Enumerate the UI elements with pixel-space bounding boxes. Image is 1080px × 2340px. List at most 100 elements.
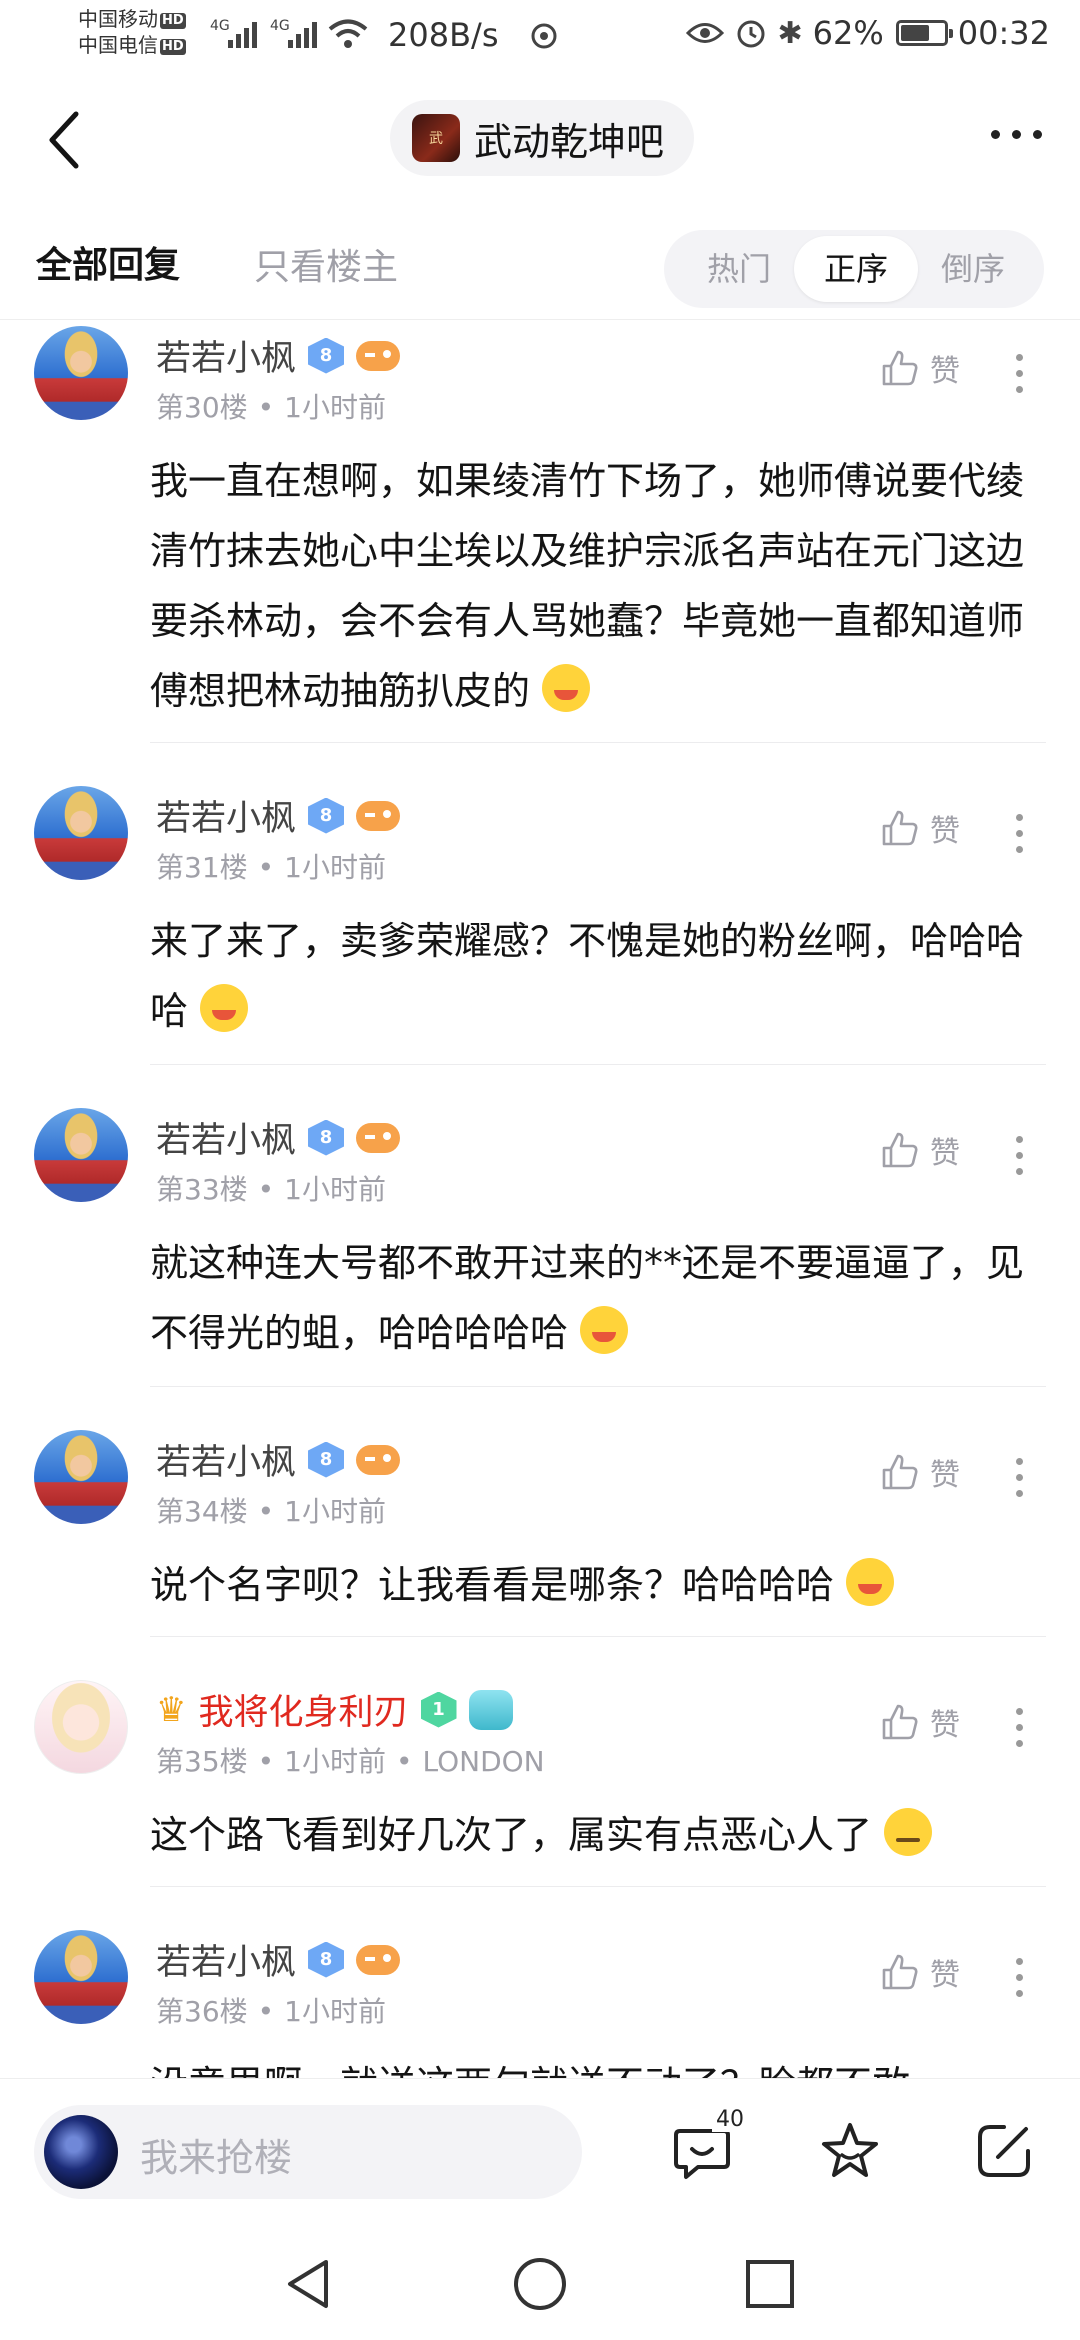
thumbs-up-icon <box>882 1132 918 1168</box>
username[interactable]: 若若小枫 <box>156 1434 296 1485</box>
avatar[interactable] <box>34 1430 128 1524</box>
post-menu-icon[interactable] <box>1016 1458 1026 1497</box>
level-badge: 8 <box>308 1119 345 1156</box>
like-button[interactable]: 赞 <box>880 1128 960 1172</box>
system-recents-icon[interactable] <box>740 2254 800 2314</box>
sort-hot[interactable]: 热门 <box>684 230 794 308</box>
system-back-icon[interactable] <box>278 2254 338 2314</box>
gamepad-icon <box>356 1944 401 1975</box>
floor-number: 第34楼 <box>156 1495 248 1528</box>
avatar[interactable] <box>34 1108 128 1202</box>
username[interactable]: 若若小枫 <box>156 790 296 841</box>
post-menu-icon[interactable] <box>1016 1708 1026 1747</box>
like-label: 赞 <box>930 1708 960 1743</box>
username[interactable]: 若若小枫 <box>156 1112 296 1163</box>
post-time: 1小时前 <box>284 1173 386 1206</box>
post-meta: 第30楼 • 1小时前 <box>156 391 386 424</box>
like-button[interactable]: 赞 <box>880 346 960 390</box>
post-content: 来了来了，卖爹荣耀感？不愧是她的粉丝啊，哈哈哈哈 <box>150 906 1040 1046</box>
share-icon[interactable] <box>972 2119 1036 2183</box>
username[interactable]: 若若小枫 <box>156 330 296 381</box>
floor-number: 第30楼 <box>156 391 248 424</box>
reply-bar: 我来抢楼 40 <box>0 2078 1080 2228</box>
post-time: 1小时前 <box>284 1495 386 1528</box>
thumbs-up-icon <box>882 810 918 846</box>
like-button[interactable]: 赞 <box>880 1450 960 1494</box>
signal-bars-2-icon <box>288 18 317 48</box>
nfc-icon <box>531 23 557 49</box>
post-content: 没意思啊，就送这两句就送不动了？脸都不敢 <box>150 2050 1040 2078</box>
post-menu-icon[interactable] <box>1016 814 1026 853</box>
like-button[interactable]: 赞 <box>880 1700 960 1744</box>
top-nav: 武 武动乾坤吧 <box>0 80 1080 200</box>
blush-emoji-icon <box>846 1558 895 1606</box>
sort-ascending[interactable]: 正序 <box>794 236 918 302</box>
post-meta: 第34楼 • 1小时前 <box>156 1495 386 1528</box>
network-type-1: 4G <box>210 18 230 34</box>
signal-bars-1-icon <box>228 18 257 48</box>
like-button[interactable]: 赞 <box>880 1950 960 1994</box>
level-badge: 8 <box>308 1941 345 1978</box>
alarm-icon <box>737 20 765 48</box>
divider <box>150 1636 1046 1637</box>
system-nav-bar <box>0 2228 1080 2340</box>
hd-badge-1: HD <box>160 13 186 29</box>
carrier-info: 中国移动 HD 中国电信 HD <box>78 6 186 58</box>
reply-input[interactable]: 我来抢楼 <box>34 2105 582 2199</box>
avatar[interactable] <box>34 1930 128 2024</box>
gamepad-icon <box>356 1444 401 1475</box>
avatar[interactable] <box>34 786 128 880</box>
like-label: 赞 <box>930 354 960 389</box>
star-favorite-icon[interactable] <box>818 2119 882 2183</box>
post-time: 1小时前 <box>284 1745 386 1778</box>
more-options-icon[interactable] <box>991 130 1042 139</box>
user-row: 若若小枫 8 <box>156 1112 401 1163</box>
floor-number: 第36楼 <box>156 1995 248 2028</box>
tab-all-replies[interactable]: 全部回复 <box>36 236 180 288</box>
level-badge: 1 <box>420 1691 457 1728</box>
back-arrow-icon[interactable] <box>42 108 86 172</box>
thumbs-up-icon <box>882 1704 918 1740</box>
user-row: ♛ 我将化身利刃 1 <box>156 1684 513 1735</box>
network-type-2: 4G <box>270 18 290 34</box>
user-row: 若若小枫 8 <box>156 1434 401 1485</box>
reply-tabs: 全部回复 只看楼主 热门 正序 倒序 <box>0 210 1080 320</box>
sweat-emoji-icon <box>884 1808 933 1856</box>
eye-icon <box>685 23 724 43</box>
carrier-1: 中国移动 <box>78 7 158 31</box>
level-badge: 8 <box>308 337 345 374</box>
tab-owner-only[interactable]: 只看楼主 <box>254 238 398 290</box>
sort-descending[interactable]: 倒序 <box>918 230 1028 308</box>
like-label: 赞 <box>930 814 960 849</box>
post-meta: 第35楼 • 1小时前 • LONDON <box>156 1745 545 1778</box>
bluetooth-icon: ✱ <box>777 15 803 51</box>
comment-count: 40 <box>712 2107 748 2132</box>
username[interactable]: 我将化身利刃 <box>198 1684 408 1735</box>
mascot-icon <box>468 1689 513 1730</box>
post-meta: 第31楼 • 1小时前 <box>156 851 386 884</box>
avatar[interactable] <box>34 326 128 420</box>
post-time: 1小时前 <box>284 391 386 424</box>
post-menu-icon[interactable] <box>1016 354 1026 393</box>
forum-title-pill[interactable]: 武 武动乾坤吧 <box>390 100 695 176</box>
status-bar: 中国移动 HD 中国电信 HD 4G 4G 208B/s ✱ 62% 00:32 <box>0 0 1080 72</box>
post-menu-icon[interactable] <box>1016 1958 1026 1997</box>
divider <box>150 1386 1046 1387</box>
like-label: 赞 <box>930 1458 960 1493</box>
thumbs-up-icon <box>882 1954 918 1990</box>
system-home-icon[interactable] <box>510 2254 570 2314</box>
sort-segmented-control: 热门 正序 倒序 <box>664 230 1044 308</box>
floor-number: 第33楼 <box>156 1173 248 1206</box>
avatar[interactable] <box>34 1680 128 1774</box>
post-menu-icon[interactable] <box>1016 1136 1026 1175</box>
user-row: 若若小枫 8 <box>156 1934 401 1985</box>
post-time: 1小时前 <box>284 851 386 884</box>
username[interactable]: 若若小枫 <box>156 1934 296 1985</box>
net-speed: 208B/s <box>388 16 499 54</box>
divider <box>150 1064 1046 1065</box>
laugh-emoji-icon <box>580 1306 629 1354</box>
forum-name: 武动乾坤吧 <box>474 119 665 164</box>
post-content: 这个路飞看到好几次了，属实有点恶心人了 <box>150 1800 1040 1870</box>
post-content: 说个名字呗？让我看看是哪条？哈哈哈哈 <box>150 1550 1040 1620</box>
like-button[interactable]: 赞 <box>880 806 960 850</box>
